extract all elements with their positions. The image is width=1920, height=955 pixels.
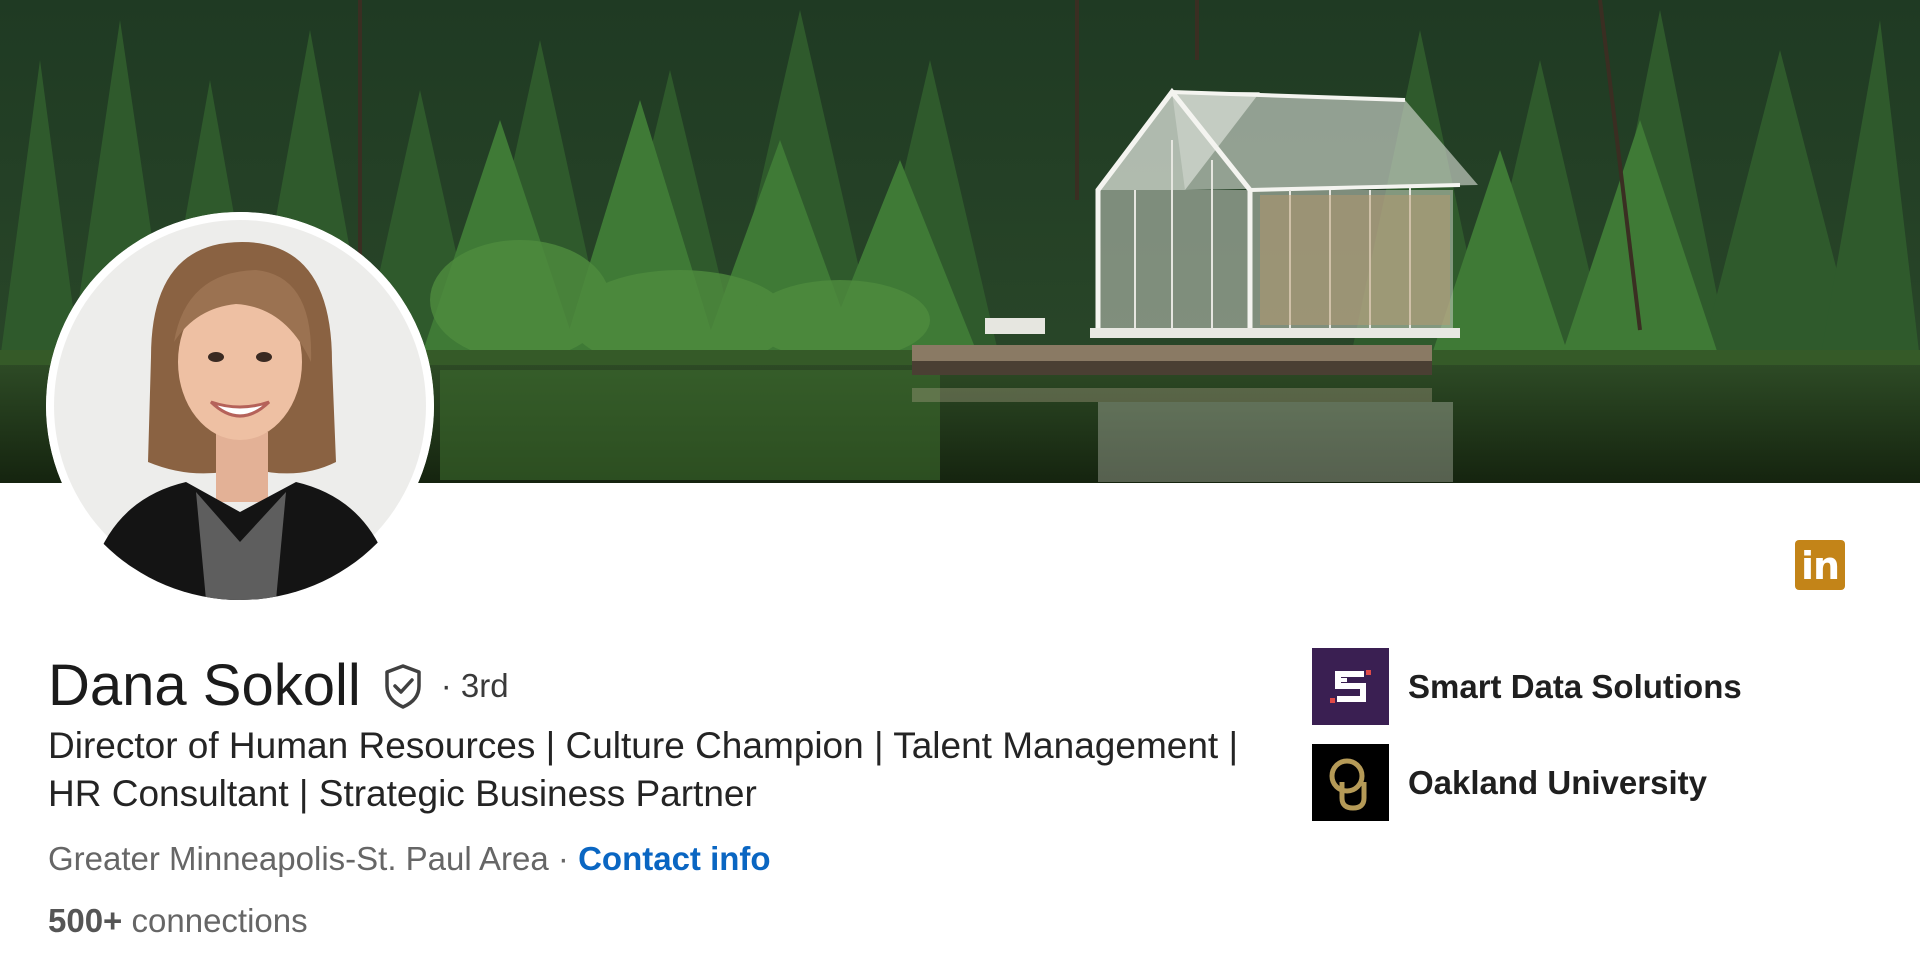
linkedin-icon: in — [1795, 540, 1845, 590]
location-row: Greater Minneapolis-St. Paul Area · Cont… — [48, 838, 771, 880]
connections-label: connections — [131, 902, 308, 939]
location-text: Greater Minneapolis-St. Paul Area · — [48, 840, 569, 877]
org-name: Oakland University — [1408, 763, 1707, 801]
profile-name: Dana Sokoll — [48, 653, 361, 718]
profile-photo[interactable] — [46, 212, 434, 600]
smart-data-solutions-logo — [1312, 648, 1389, 725]
org-name: Smart Data Solutions — [1408, 667, 1742, 705]
connection-degree: · 3rd — [440, 667, 509, 704]
oakland-university-logo — [1312, 744, 1389, 821]
connections-link[interactable]: 500+ connections — [48, 900, 308, 942]
contact-info-link[interactable]: Contact info — [578, 840, 770, 877]
org-smart-data-solutions[interactable]: Smart Data Solutions — [1312, 648, 1742, 725]
name-row: Dana Sokoll · 3rd — [48, 652, 509, 720]
connections-count: 500+ — [48, 902, 123, 939]
shield-check-icon[interactable] — [379, 662, 427, 710]
profile-headline: Director of Human Resources | Culture Ch… — [48, 725, 1239, 814]
org-oakland-university[interactable]: Oakland University — [1312, 744, 1707, 821]
